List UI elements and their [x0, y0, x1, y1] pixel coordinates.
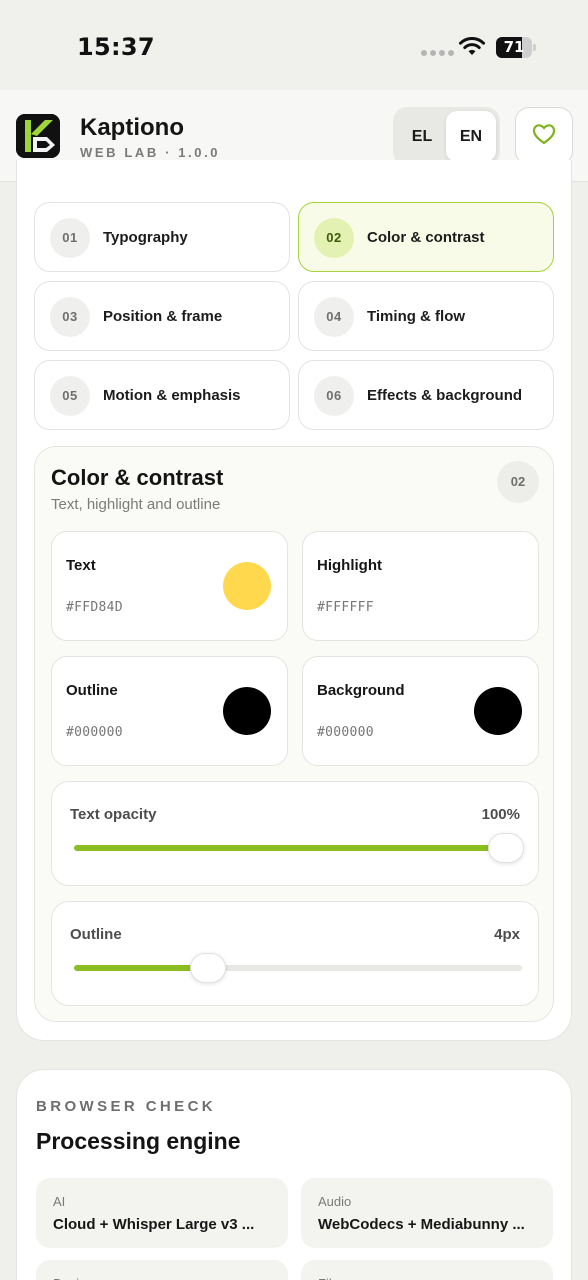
engine-ai-item: AI Cloud + Whisper Large v3 ...: [36, 1178, 288, 1248]
tab-typography[interactable]: 01 Typography: [34, 202, 290, 272]
language-switcher: EL EN: [393, 107, 500, 166]
language-el-button[interactable]: EL: [397, 111, 447, 162]
color-contrast-panel: Color & contrast Text, highlight and out…: [34, 446, 554, 1022]
slider-value: 100%: [481, 806, 520, 823]
app-name: Kaptiono: [80, 114, 184, 141]
engine-key: Device: [53, 1276, 93, 1280]
text-opacity-slider[interactable]: [74, 833, 524, 863]
section-number-badge: 02: [497, 461, 539, 503]
status-time: 15:37: [77, 33, 155, 61]
tab-motion-emphasis[interactable]: 05 Motion & emphasis: [34, 360, 290, 430]
text-opacity-control: Text opacity 100%: [51, 781, 539, 886]
background-color-picker[interactable]: Background #000000: [302, 656, 539, 766]
swatch-label: Background: [317, 682, 405, 699]
tab-number: 06: [314, 376, 354, 416]
engine-value: WebCodecs + Mediabunny ...: [318, 1216, 525, 1233]
tab-label: Timing & flow: [367, 308, 466, 325]
slider-fill: [74, 845, 522, 851]
slider-value: 4px: [494, 926, 520, 943]
browser-check-title: Processing engine: [36, 1128, 241, 1154]
section-subtitle: Text, highlight and outline: [51, 496, 221, 513]
tab-label: Color & contrast: [367, 229, 485, 246]
slider-label: Outline: [70, 926, 122, 943]
slider-fill: [74, 965, 208, 971]
browser-check-card: BROWSER CHECK Processing engine AI Cloud…: [16, 1069, 572, 1280]
tab-effects-background[interactable]: 06 Effects & background: [298, 360, 554, 430]
tab-color-contrast[interactable]: 02 Color & contrast: [298, 202, 554, 272]
wifi-icon: [458, 36, 486, 62]
slider-thumb[interactable]: [488, 833, 524, 863]
engine-value: Cloud + Whisper Large v3 ...: [53, 1216, 255, 1233]
slider-thumb[interactable]: [190, 953, 226, 983]
highlight-color-picker[interactable]: Highlight #FFFFFF: [302, 531, 539, 641]
swatch-hex: #000000: [66, 725, 123, 740]
outline-width-slider[interactable]: [74, 953, 522, 983]
swatch-hex: #FFD84D: [66, 600, 123, 615]
engine-key: File: [318, 1276, 339, 1280]
color-swatch: [474, 687, 522, 735]
outline-color-picker[interactable]: Outline #000000: [51, 656, 288, 766]
color-swatch: [223, 562, 271, 610]
battery-icon: 71: [496, 37, 536, 58]
engine-file-item: File: [301, 1260, 553, 1280]
slider-label: Text opacity: [70, 806, 157, 823]
color-swatch: [223, 687, 271, 735]
heart-icon: [532, 123, 556, 150]
section-title: Color & contrast: [51, 465, 224, 490]
app-logo-icon: [16, 114, 60, 158]
app-version: WEB LAB · 1.0.0: [80, 145, 221, 160]
engine-key: Audio: [318, 1194, 352, 1209]
language-en-button[interactable]: EN: [446, 111, 496, 162]
tab-label: Effects & background: [367, 387, 523, 404]
engine-device-item: Device: [36, 1260, 288, 1280]
tab-number: 04: [314, 297, 354, 337]
swatch-label: Text: [66, 557, 96, 574]
status-bar: 15:37 71: [0, 0, 588, 90]
text-color-picker[interactable]: Text #FFD84D: [51, 531, 288, 641]
tab-number: 01: [50, 218, 90, 258]
browser-check-eyebrow: BROWSER CHECK: [36, 1098, 217, 1115]
tab-timing-flow[interactable]: 04 Timing & flow: [298, 281, 554, 351]
signal-icon: [421, 50, 454, 56]
swatch-label: Outline: [66, 682, 118, 699]
engine-key: AI: [53, 1194, 66, 1209]
outline-width-control: Outline 4px: [51, 901, 539, 1006]
battery-level: 71: [503, 38, 525, 56]
swatch-label: Highlight: [317, 557, 382, 574]
tab-number: 02: [314, 218, 354, 258]
tab-number: 03: [50, 297, 90, 337]
tab-label: Position & frame: [103, 308, 223, 325]
tab-position-frame[interactable]: 03 Position & frame: [34, 281, 290, 351]
tab-label: Motion & emphasis: [103, 387, 241, 404]
engine-audio-item: Audio WebCodecs + Mediabunny ...: [301, 1178, 553, 1248]
swatch-hex: #FFFFFF: [317, 600, 374, 615]
swatch-hex: #000000: [317, 725, 374, 740]
tab-number: 05: [50, 376, 90, 416]
tab-label: Typography: [103, 229, 188, 246]
favorite-button[interactable]: [515, 107, 573, 165]
